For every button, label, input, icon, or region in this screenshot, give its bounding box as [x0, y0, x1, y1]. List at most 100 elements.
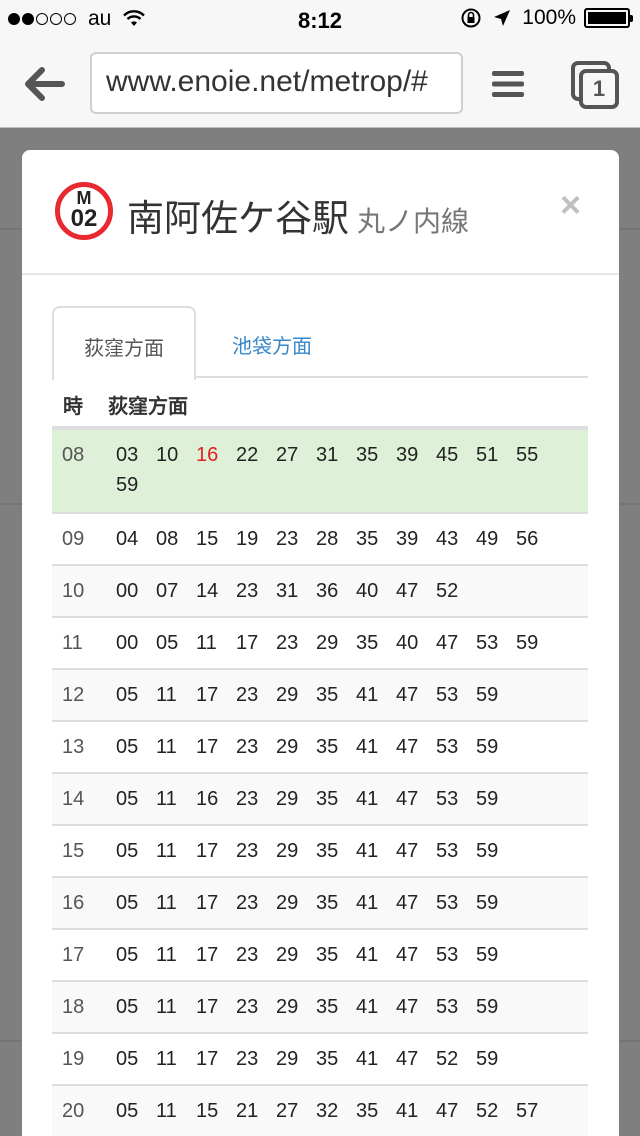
departure-minute: 17 [236, 632, 259, 654]
departure-minute: 59 [476, 944, 499, 966]
departure-minute: 35 [316, 944, 339, 966]
departure-minute: 17 [196, 996, 219, 1018]
departure-minute: 35 [356, 444, 379, 466]
departure-minute: 32 [316, 1100, 339, 1122]
departure-minute: 05 [156, 632, 179, 654]
departure-minute: 41 [356, 996, 379, 1018]
departure-minute: 47 [396, 840, 419, 862]
departure-minute: 47 [396, 736, 419, 758]
departure-minute: 53 [436, 788, 459, 810]
departure-minute: 59 [476, 840, 499, 862]
departure-minute: 59 [476, 892, 499, 914]
departure-minute: 11 [196, 632, 217, 654]
departure-minute: 59 [476, 1048, 499, 1070]
departure-minute: 23 [236, 788, 259, 810]
table-row: 15 05 11 17 23 29 35 41 47 53 59 [52, 826, 588, 878]
departure-minute: 05 [116, 684, 139, 706]
url-text: www.enoie.net/metrop/# [106, 65, 428, 98]
back-arrow-icon[interactable] [22, 64, 66, 104]
departure-minute: 29 [276, 736, 299, 758]
row-hour: 13 [62, 736, 85, 758]
departure-minute: 11 [156, 996, 177, 1018]
departure-minute: 52 [436, 580, 459, 602]
row-hour: 14 [62, 788, 85, 810]
departure-minute: 11 [156, 944, 177, 966]
departure-minute: 05 [116, 944, 139, 966]
table-row: 17 05 11 17 23 29 35 41 47 53 59 [52, 930, 588, 982]
departure-minute: 23 [236, 580, 259, 602]
departure-minute: 11 [156, 736, 177, 758]
departure-minute: 29 [276, 944, 299, 966]
departure-minute: 53 [436, 892, 459, 914]
tab-ikebukuro[interactable]: 池袋方面 [202, 306, 342, 378]
menu-icon[interactable] [492, 70, 524, 98]
row-hour: 12 [62, 684, 85, 706]
row-minutes: 05 11 16 23 29 35 41 47 53 59 [116, 770, 586, 814]
row-minutes: 05 11 17 23 29 35 41 47 53 59 [116, 822, 586, 866]
departure-minute: 07 [156, 580, 179, 602]
departure-minute: 59 [116, 474, 139, 496]
departure-minute: 17 [196, 840, 219, 862]
departure-minute: 35 [316, 840, 339, 862]
departure-minute: 08 [156, 528, 179, 550]
row-minutes: 00 05 11 17 23 29 35 40 47 53 59 [116, 614, 586, 658]
departure-minute: 00 [116, 580, 139, 602]
departure-minute: 43 [436, 528, 459, 550]
departure-minute: 11 [156, 840, 177, 862]
departure-minute: 23 [236, 944, 259, 966]
departure-minute: 14 [196, 580, 219, 602]
departure-minute: 59 [516, 632, 539, 654]
tab-count: 1 [592, 76, 606, 101]
departure-minute: 23 [276, 632, 299, 654]
url-bar[interactable]: www.enoie.net/metrop/# [90, 52, 463, 114]
row-minutes: 05 11 17 23 29 35 41 47 53 59 [116, 978, 586, 1022]
row-minutes: 05 11 15 21 27 32 35 41 47 52 57 [116, 1082, 586, 1126]
departure-minute: 11 [156, 1100, 177, 1122]
status-right: 100% [460, 6, 633, 30]
table-row: 13 05 11 17 23 29 35 41 47 53 59 [52, 722, 588, 774]
station-name: 南阿佐ケ谷駅 [127, 198, 349, 239]
departure-minute: 41 [356, 1048, 379, 1070]
departure-minute: 23 [236, 1048, 259, 1070]
departure-minute: 05 [116, 1048, 139, 1070]
tab-switcher-button[interactable]: 1 [570, 60, 620, 110]
modal-header: M 02 南阿佐ケ谷駅 丸ノ内線 × [22, 150, 619, 275]
departure-minute: 29 [276, 996, 299, 1018]
table-row: 18 05 11 17 23 29 35 41 47 53 59 [52, 982, 588, 1034]
battery-percent: 100% [522, 6, 576, 29]
departure-minute: 11 [156, 684, 177, 706]
departure-minute: 05 [116, 892, 139, 914]
departure-minute: 29 [276, 788, 299, 810]
close-button[interactable]: × [560, 184, 581, 226]
departure-minute: 17 [196, 1048, 219, 1070]
rotation-lock-icon [461, 8, 481, 28]
departure-minute: 05 [116, 996, 139, 1018]
departure-minute: 59 [476, 996, 499, 1018]
departure-minute: 41 [356, 944, 379, 966]
tab-ogikubo[interactable]: 荻窪方面 [52, 306, 196, 380]
departure-minute: 35 [316, 996, 339, 1018]
line-logo-number: 02 [70, 205, 98, 232]
row-hour: 09 [62, 528, 85, 550]
modal-title: 南阿佐ケ谷駅 丸ノ内線 [127, 188, 469, 242]
table-row: 20 05 11 15 21 27 32 35 41 47 52 57 [52, 1086, 588, 1136]
departure-minute: 53 [436, 840, 459, 862]
row-minutes: 05 11 17 23 29 35 41 47 52 59 [116, 1030, 586, 1074]
departure-minute: 53 [436, 944, 459, 966]
departure-minute: 57 [516, 1100, 539, 1122]
departure-minute: 40 [356, 580, 379, 602]
column-direction: 荻窪方面 [108, 396, 188, 418]
departure-minute: 11 [156, 1048, 177, 1070]
departure-minute: 27 [276, 444, 299, 466]
departure-minute: 17 [196, 892, 219, 914]
departure-minute: 21 [236, 1100, 259, 1122]
location-arrow-icon [494, 10, 511, 26]
row-hour: 16 [62, 892, 85, 914]
departure-minute: 15 [196, 1100, 219, 1122]
departure-minute: 00 [116, 632, 139, 654]
departure-minute: 47 [396, 996, 419, 1018]
table-row: 10 00 07 14 23 31 36 40 47 52 [52, 566, 588, 618]
row-minutes: 05 11 17 23 29 35 41 47 53 59 [116, 666, 586, 710]
timetable-modal: M 02 南阿佐ケ谷駅 丸ノ内線 × 荻窪方面 池袋方面 時 荻窪方面 08 03 1… [22, 150, 619, 1136]
status-bar: au 8:12 100% [0, 0, 640, 40]
